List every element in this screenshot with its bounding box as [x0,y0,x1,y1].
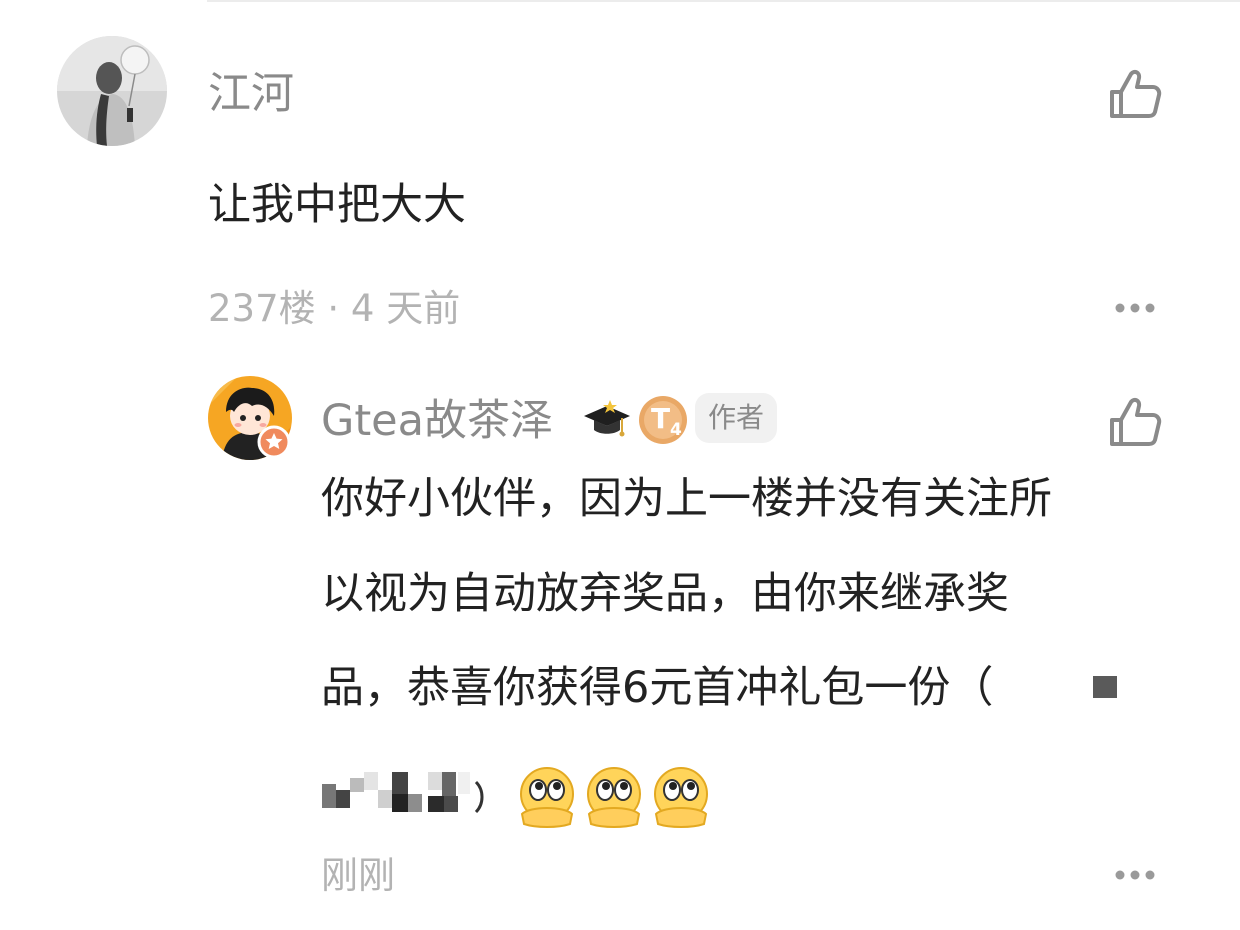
peeking-eyes-emoji-icon [581,764,647,830]
verified-badge-icon [257,425,291,459]
comment-username[interactable]: 江河 [208,73,294,116]
peeking-eyes-emoji-icon [648,764,714,830]
avatar[interactable] [57,36,167,146]
user-avatar-icon [57,36,167,146]
floor-number: 237楼 [208,287,316,330]
author-badge: 作者 [695,393,778,443]
peeking-eyes-emoji-icon [514,764,580,830]
more-options-icon[interactable] [1114,869,1156,881]
thumbs-up-icon[interactable] [1107,66,1163,122]
comment-thread: 江河 让我中把大大 237楼 · 4 天前 Gtea故茶泽 T 4 作者 你好小… [0,0,1240,930]
meta-separator: · [327,287,340,330]
reply-text-line: 以视为自动放弃奖品，由你来继承奖 [321,569,1009,619]
more-options-icon[interactable] [1114,302,1156,314]
level-badge-letter: T [651,402,671,435]
reply-username[interactable]: Gtea故茶泽 [321,400,553,443]
comment-time: 4 天前 [350,287,461,330]
divider [207,0,1240,2]
thumbs-up-icon[interactable] [1107,394,1163,450]
pixelated-redaction [322,768,492,824]
level-badge-number: 4 [670,420,682,440]
reply-text-line: 品，恭喜你获得6元首冲礼包一份（ [321,663,994,713]
graduation-cap-icon [582,398,632,442]
level-badge-icon: T 4 [637,394,689,446]
reply-time: 刚刚 [321,854,395,897]
reply-text-line: 你好小伙伴，因为上一楼并没有关注所 [321,474,1052,524]
comment-meta: 237楼 · 4 天前 [208,290,460,327]
comment-text: 让我中把大大 [208,180,466,230]
pixelated-redaction [1093,676,1117,698]
